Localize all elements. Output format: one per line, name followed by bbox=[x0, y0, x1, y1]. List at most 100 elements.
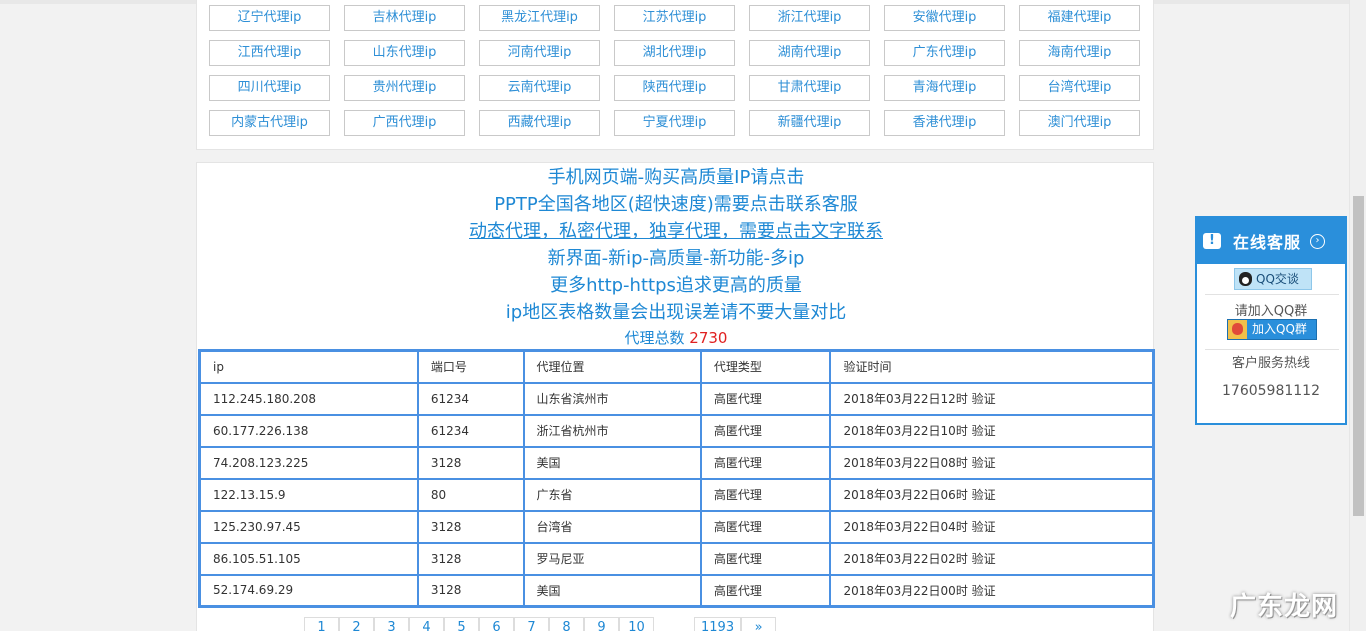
cell-port: 3128 bbox=[416, 541, 525, 576]
column-header-type: 代理类型 bbox=[699, 349, 832, 384]
cell-type: 高匿代理 bbox=[699, 509, 832, 544]
region-link[interactable]: 陕西代理ip bbox=[614, 75, 735, 101]
join-group-label: 请加入QQ群 bbox=[1234, 304, 1308, 319]
region-link[interactable]: 福建代理ip bbox=[1019, 5, 1140, 31]
cell-verified: 2018年03月22日06时 验证 bbox=[829, 477, 1155, 512]
table-row: 122.13.15.9 80 广东省 高匿代理 2018年03月22日06时 验证 bbox=[198, 477, 1155, 512]
cell-ip: 60.177.226.138 bbox=[198, 413, 419, 448]
column-header-port: 端口号 bbox=[416, 349, 525, 384]
cell-port: 61234 bbox=[416, 413, 525, 448]
region-link[interactable]: 云南代理ip bbox=[479, 75, 600, 101]
cell-ip: 125.230.97.45 bbox=[198, 509, 419, 544]
region-link[interactable]: 贵州代理ip bbox=[344, 75, 465, 101]
region-link[interactable]: 辽宁代理ip bbox=[209, 5, 330, 31]
cell-type: 高匿代理 bbox=[699, 381, 832, 416]
page-link[interactable]: 8 bbox=[549, 617, 584, 631]
table-row: 86.105.51.105 3128 罗马尼亚 高匿代理 2018年03月22日02时 … bbox=[198, 541, 1155, 576]
hotline-number: 17605981112 bbox=[1222, 383, 1320, 399]
page-link[interactable]: 7 bbox=[514, 617, 549, 631]
divider bbox=[1205, 294, 1339, 295]
region-link[interactable]: 江苏代理ip bbox=[614, 5, 735, 31]
main-panel: 手机网页端-购买高质量IP请点击 PPTP全国各地区(超快速度)需要点击联系客服… bbox=[196, 162, 1155, 631]
region-link[interactable]: 台湾代理ip bbox=[1019, 75, 1140, 101]
region-link[interactable]: 新疆代理ip bbox=[749, 110, 870, 136]
page-link-last[interactable]: 1193 bbox=[694, 617, 742, 631]
table-row: 112.245.180.208 61234 山东省滨州市 高匿代理 2018年03月22… bbox=[198, 381, 1155, 416]
divider bbox=[1205, 349, 1339, 350]
join-qq-group-button[interactable]: 加入QQ群 bbox=[1227, 319, 1317, 340]
region-link[interactable]: 浙江代理ip bbox=[749, 5, 870, 31]
service-header[interactable]: ! 在线客服 › bbox=[1197, 218, 1345, 264]
qq-chat-label: QQ交谈 bbox=[1256, 272, 1299, 286]
region-link[interactable]: 西藏代理ip bbox=[479, 110, 600, 136]
page-link[interactable]: 10 bbox=[619, 617, 654, 631]
page-link[interactable]: 3 bbox=[374, 617, 409, 631]
region-link[interactable]: 江西代理ip bbox=[209, 40, 330, 66]
region-link[interactable]: 吉林代理ip bbox=[344, 5, 465, 31]
region-link[interactable]: 广东代理ip bbox=[884, 40, 1005, 66]
online-service-panel: ! 在线客服 › QQ交谈 请加入QQ群 加入QQ群 客户服务热线 176059… bbox=[1195, 216, 1347, 425]
pagination: 1 2 3 4 5 6 7 8 9 10 1193» bbox=[304, 617, 777, 631]
region-link[interactable]: 山东代理ip bbox=[344, 40, 465, 66]
cell-type: 高匿代理 bbox=[699, 413, 832, 448]
service-title: 在线客服 bbox=[1233, 233, 1302, 252]
table-row: 52.174.69.29 3128 美国 高匿代理 2018年03月22日00时 验证 bbox=[198, 573, 1155, 608]
region-link[interactable]: 香港代理ip bbox=[884, 110, 1005, 136]
chat-bubble-icon: ! bbox=[1203, 233, 1221, 249]
region-link[interactable]: 宁夏代理ip bbox=[614, 110, 735, 136]
region-grid: 辽宁代理ip 吉林代理ip 黑龙江代理ip 江苏代理ip 浙江代理ip 安徽代理ip 福建代… bbox=[209, 5, 1140, 136]
promo-links: 手机网页端-购买高质量IP请点击 PPTP全国各地区(超快速度)需要点击联系客服… bbox=[197, 164, 1155, 349]
qq-chat-button[interactable]: QQ交谈 bbox=[1234, 268, 1312, 290]
promo-link-mobile[interactable]: 手机网页端-购买高质量IP请点击 bbox=[197, 164, 1155, 191]
region-link[interactable]: 河南代理ip bbox=[479, 40, 600, 66]
region-links-panel: 辽宁代理ip 吉林代理ip 黑龙江代理ip 江苏代理ip 浙江代理ip 安徽代理ip 福建代… bbox=[196, 0, 1154, 150]
region-link[interactable]: 青海代理ip bbox=[884, 75, 1005, 101]
promo-link-https[interactable]: 更多http-https追求更高的质量 bbox=[197, 272, 1155, 299]
promo-link-pptp[interactable]: PPTP全国各地区(超快速度)需要点击联系客服 bbox=[197, 191, 1155, 218]
table-row: 60.177.226.138 61234 浙江省杭州市 高匿代理 2018年03月22日… bbox=[198, 413, 1155, 448]
cell-port: 3128 bbox=[416, 573, 525, 608]
page-link[interactable]: 2 bbox=[339, 617, 374, 631]
chevron-right-circle-icon[interactable]: › bbox=[1310, 233, 1326, 249]
pager-gap bbox=[654, 617, 694, 631]
promo-link-new-ui[interactable]: 新界面-新ip-高质量-新功能-多ip bbox=[197, 245, 1155, 272]
page-link[interactable]: 1 bbox=[304, 617, 339, 631]
region-link[interactable]: 四川代理ip bbox=[209, 75, 330, 101]
page-link[interactable]: 4 bbox=[409, 617, 444, 631]
page-link[interactable]: 9 bbox=[584, 617, 619, 631]
cell-type: 高匿代理 bbox=[699, 573, 832, 608]
promo-link-notice[interactable]: ip地区表格数量会出现误差请不要大量对比 bbox=[197, 299, 1155, 326]
cell-location: 浙江省杭州市 bbox=[522, 413, 702, 448]
cell-type: 高匿代理 bbox=[699, 541, 832, 576]
cell-location: 广东省 bbox=[522, 477, 702, 512]
page-next-button[interactable]: » bbox=[741, 617, 777, 631]
cell-verified: 2018年03月22日10时 验证 bbox=[829, 413, 1155, 448]
page-scrollbar[interactable] bbox=[1349, 0, 1366, 631]
cell-ip: 86.105.51.105 bbox=[198, 541, 419, 576]
cell-location: 山东省滨州市 bbox=[522, 381, 702, 416]
qq-group-icon bbox=[1228, 320, 1247, 339]
region-link[interactable]: 澳门代理ip bbox=[1019, 110, 1140, 136]
region-link[interactable]: 湖北代理ip bbox=[614, 40, 735, 66]
column-header-verified: 验证时间 bbox=[829, 349, 1155, 384]
cell-type: 高匿代理 bbox=[699, 445, 832, 480]
cell-port: 80 bbox=[416, 477, 525, 512]
region-link[interactable]: 海南代理ip bbox=[1019, 40, 1140, 66]
cell-verified: 2018年03月22日00时 验证 bbox=[829, 573, 1155, 608]
cell-ip: 52.174.69.29 bbox=[198, 573, 419, 608]
page-link[interactable]: 5 bbox=[444, 617, 479, 631]
region-link[interactable]: 内蒙古代理ip bbox=[209, 110, 330, 136]
region-link[interactable]: 广西代理ip bbox=[344, 110, 465, 136]
page-link[interactable]: 6 bbox=[479, 617, 514, 631]
scrollbar-thumb[interactable] bbox=[1353, 196, 1364, 516]
region-link[interactable]: 湖南代理ip bbox=[749, 40, 870, 66]
column-header-ip: ip bbox=[198, 349, 419, 384]
region-link[interactable]: 安徽代理ip bbox=[884, 5, 1005, 31]
region-link[interactable]: 黑龙江代理ip bbox=[479, 5, 600, 31]
cell-verified: 2018年03月22日04时 验证 bbox=[829, 509, 1155, 544]
table-row: 74.208.123.225 3128 美国 高匿代理 2018年03月22日08时 验… bbox=[198, 445, 1155, 480]
promo-link-dynamic[interactable]: 动态代理，私密代理，独享代理，需要点击文字联系 bbox=[197, 218, 1155, 245]
proxy-total-label: 代理总数 bbox=[624, 329, 685, 347]
region-link[interactable]: 甘肃代理ip bbox=[749, 75, 870, 101]
qq-penguin-icon bbox=[1239, 272, 1252, 286]
